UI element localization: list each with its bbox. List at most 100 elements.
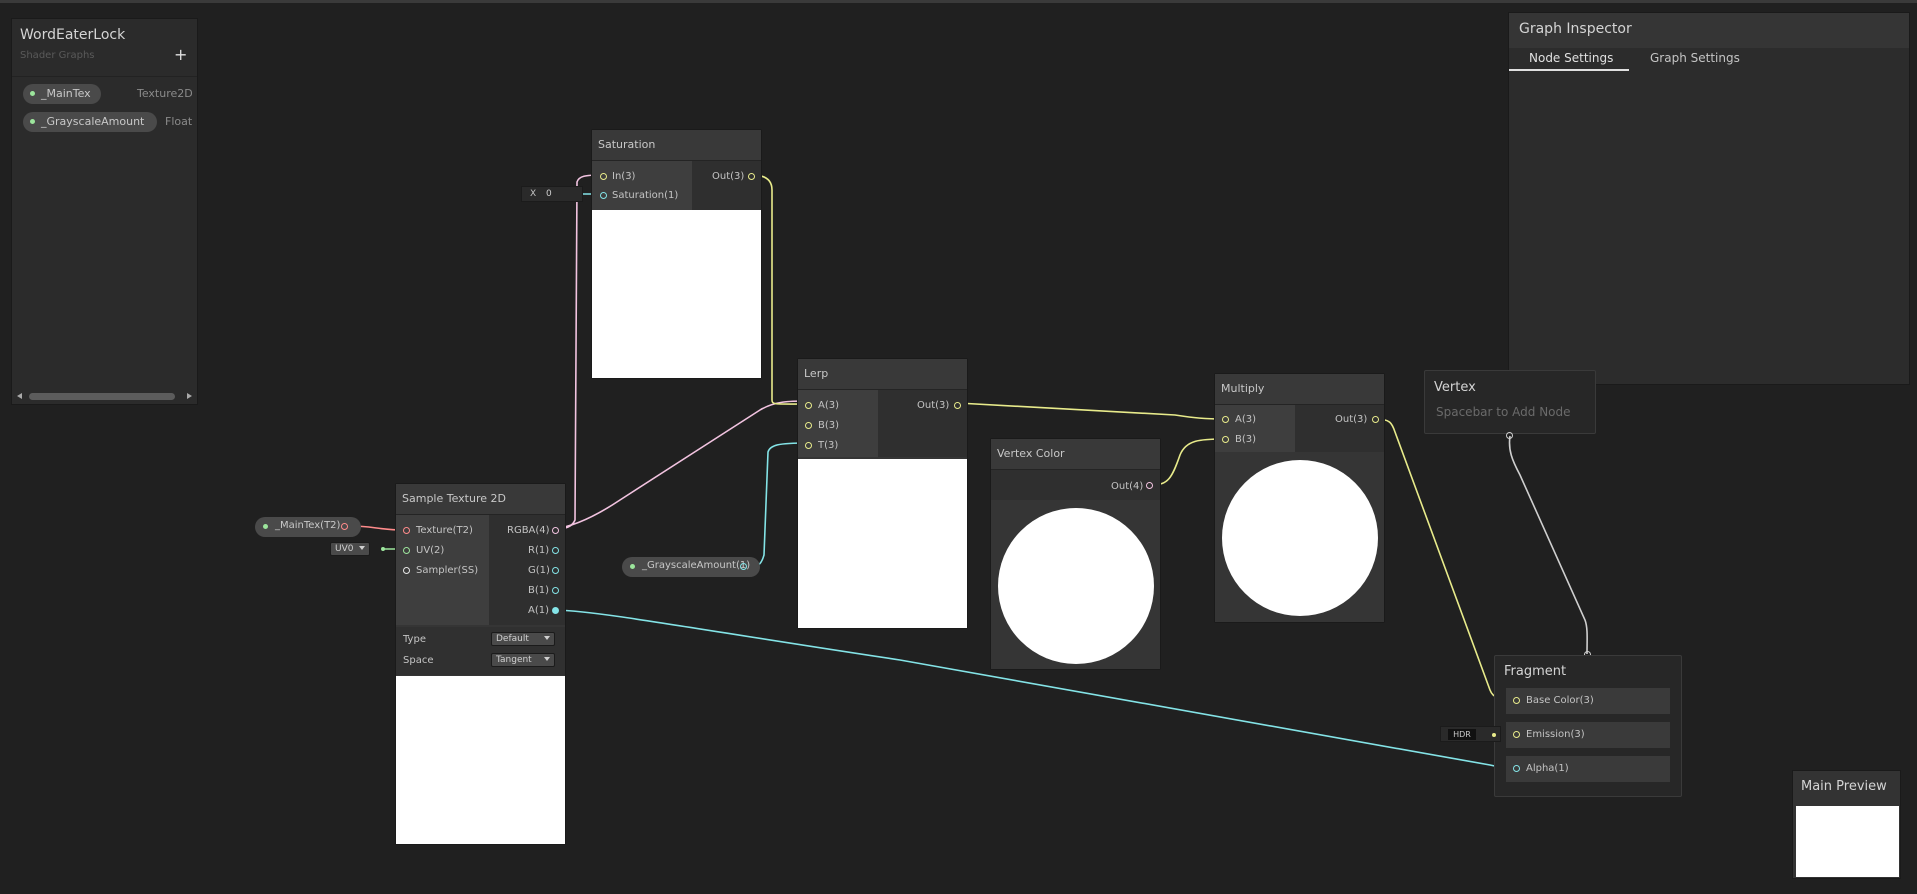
port-out-4-icon[interactable] — [1146, 482, 1153, 489]
chevron-down-icon — [544, 636, 550, 640]
property-type: Float — [165, 115, 193, 128]
node-title: Sample Texture 2D — [396, 484, 565, 515]
maintex-property-node[interactable]: _MainTex(T2) — [255, 517, 361, 537]
port-out-3-icon[interactable] — [748, 173, 755, 180]
wire-lerp-out-to-multiply-a — [957, 402, 1225, 420]
sample-texture-2d-node[interactable]: Sample Texture 2D Texture(T2) UV(2) Samp… — [395, 483, 566, 845]
property-dot-icon — [630, 564, 635, 569]
vertex-color-node[interactable]: Vertex Color Out(4) — [990, 438, 1161, 670]
fragment-context-block[interactable]: Fragment Base Color(3) Emission(3) Alpha… — [1494, 655, 1682, 797]
space-dropdown[interactable]: Tangent — [491, 653, 555, 667]
property-node-label: _GrayscaleAmount(1) — [642, 560, 751, 571]
grayscale-amount-property-node[interactable]: _GrayscaleAmount(1) — [622, 557, 760, 577]
property-dot-icon — [30, 91, 35, 96]
tab-node-settings[interactable]: Node Settings — [1529, 51, 1613, 65]
property-dot-icon — [30, 119, 35, 124]
port-label: A(3) — [1235, 414, 1257, 425]
dropdown-value: Default — [496, 634, 529, 644]
hdr-label: HDR — [1448, 729, 1476, 740]
tab-node-settings-underline — [1509, 69, 1629, 71]
scroll-left-icon[interactable] — [17, 393, 22, 399]
property-maintex[interactable]: _MainTex — [23, 84, 101, 104]
vertex-output-icon[interactable] — [1506, 432, 1513, 439]
port-g-1-icon[interactable] — [552, 567, 559, 574]
setting-label: Type — [403, 634, 426, 645]
block-alpha[interactable]: Alpha(1) — [1506, 756, 1670, 782]
chevron-down-icon — [359, 546, 365, 550]
output-ports — [692, 161, 761, 210]
property-dot-icon — [263, 524, 268, 529]
property-grayscale-amount[interactable]: _GrayscaleAmount — [23, 112, 157, 132]
node-preview — [592, 210, 761, 378]
graph-inspector-panel: Graph Inspector Node Settings Graph Sett… — [1508, 12, 1910, 385]
blackboard-subtitle: Shader Graphs — [20, 50, 95, 61]
main-preview-title: Main Preview — [1801, 779, 1887, 794]
scroll-right-icon[interactable] — [187, 393, 192, 399]
port-out-3-icon[interactable] — [954, 402, 961, 409]
horizontal-scrollbar[interactable] — [15, 391, 193, 401]
port-out-3-icon[interactable] — [1372, 416, 1379, 423]
input-ports — [592, 161, 692, 210]
preview-sphere — [1222, 460, 1378, 616]
block-emission[interactable]: Emission(3) — [1506, 722, 1670, 748]
port-alpha-icon[interactable] — [1513, 765, 1520, 772]
port-saturation-1-icon[interactable] — [600, 192, 607, 199]
port-r-1-icon[interactable] — [552, 547, 559, 554]
port-label: Out(3) — [1335, 414, 1368, 425]
vertex-context-block[interactable]: Vertex Spacebar to Add Node — [1424, 370, 1596, 434]
type-dropdown[interactable]: Default — [491, 632, 555, 646]
scrollbar-thumb[interactable] — [29, 393, 175, 400]
port-label: UV(2) — [416, 545, 445, 556]
uv-channel-dropdown[interactable]: UV0 — [330, 542, 370, 556]
blackboard-panel: WordEaterLock Shader Graphs + _MainTex T… — [11, 18, 198, 405]
property-node-label: _MainTex(T2) — [275, 520, 341, 531]
node-preview — [991, 501, 1160, 669]
port-a-1-icon[interactable] — [552, 607, 559, 614]
uv-connector-dot — [381, 547, 385, 551]
port-b-3-icon[interactable] — [805, 422, 812, 429]
input-value[interactable]: 0 — [546, 189, 552, 199]
chevron-down-icon — [544, 657, 550, 661]
blackboard-divider — [12, 76, 197, 77]
add-property-button[interactable]: + — [174, 45, 187, 64]
saturation-input-field[interactable]: X 0 — [521, 186, 583, 202]
vertex-title: Vertex — [1434, 380, 1476, 395]
block-base-color[interactable]: Base Color(3) — [1506, 688, 1670, 714]
port-out-t2-icon[interactable] — [341, 523, 348, 530]
multiply-node[interactable]: Multiply A(3) B(3) Out(3) — [1214, 373, 1385, 623]
port-uv-2-icon[interactable] — [403, 547, 410, 554]
node-preview — [396, 676, 565, 844]
hdr-color-field[interactable]: HDR — [1440, 726, 1501, 742]
node-title: Vertex Color — [991, 439, 1160, 470]
node-title: Lerp — [798, 359, 967, 390]
output-ports — [1295, 405, 1384, 452]
port-in-3-icon[interactable] — [600, 173, 607, 180]
port-label: Base Color(3) — [1526, 695, 1594, 706]
port-a-3-icon[interactable] — [1222, 416, 1229, 423]
saturation-node[interactable]: Saturation In(3) Saturation(1) Out(3) — [591, 129, 762, 379]
dropdown-value: UV0 — [335, 544, 354, 554]
port-label: Out(4) — [1111, 481, 1144, 492]
tab-graph-settings[interactable]: Graph Settings — [1650, 51, 1740, 65]
lerp-node[interactable]: Lerp A(3) B(3) T(3) Out(3) — [797, 358, 968, 629]
port-label: Sampler(SS) — [416, 565, 479, 576]
port-b-1-icon[interactable] — [552, 587, 559, 594]
port-sampler-ss-icon[interactable] — [403, 567, 410, 574]
port-a-3-icon[interactable] — [805, 402, 812, 409]
port-base-color-icon[interactable] — [1513, 697, 1520, 704]
port-label: T(3) — [818, 440, 839, 451]
port-b-3-icon[interactable] — [1222, 436, 1229, 443]
port-label: A(1) — [528, 605, 550, 616]
setting-label: Space — [403, 655, 434, 666]
port-out-1-icon[interactable] — [740, 563, 747, 570]
port-label: B(3) — [818, 420, 840, 431]
port-label: Emission(3) — [1526, 729, 1585, 740]
port-emission-icon[interactable] — [1513, 731, 1520, 738]
preview-sphere — [998, 508, 1154, 664]
port-t-3-icon[interactable] — [805, 442, 812, 449]
port-label: Out(3) — [712, 171, 745, 182]
main-preview-panel[interactable]: Main Preview — [1792, 770, 1901, 879]
port-texture-t2-icon[interactable] — [403, 527, 410, 534]
main-preview-viewport[interactable] — [1796, 806, 1899, 877]
port-rgba-4-icon[interactable] — [552, 527, 559, 534]
